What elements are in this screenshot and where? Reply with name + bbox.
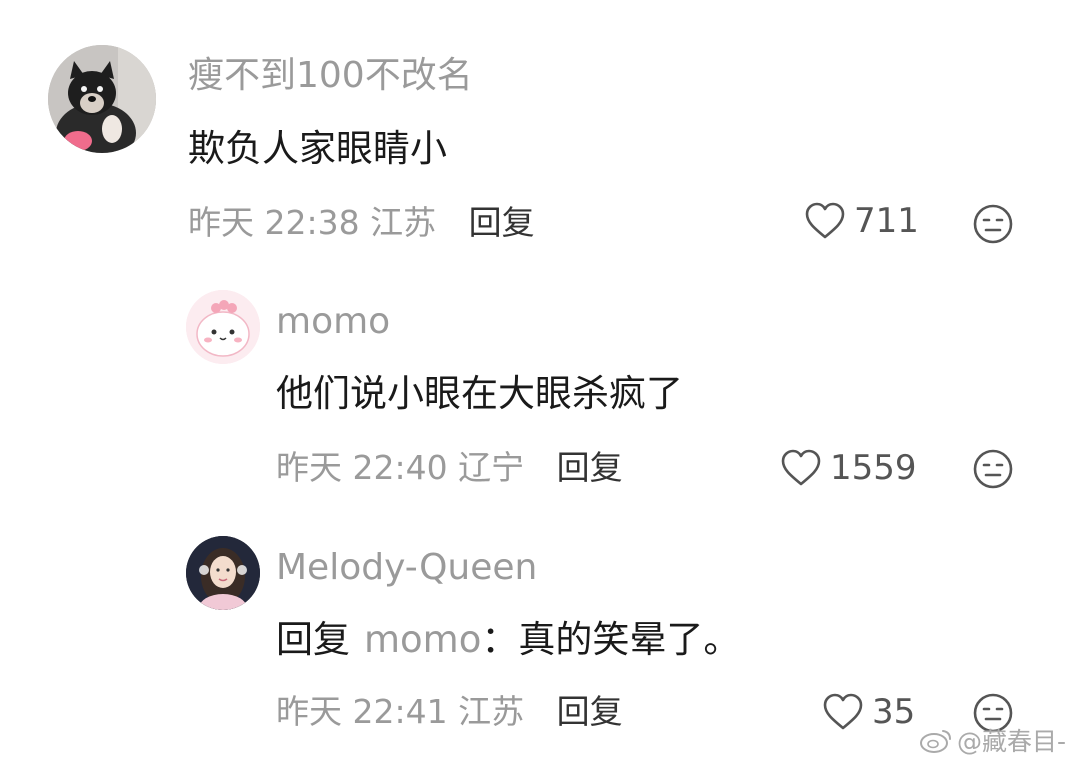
like-count: 711 bbox=[854, 201, 919, 241]
username[interactable]: Melody-Queen bbox=[276, 548, 537, 588]
reply-button[interactable]: 回复 bbox=[557, 692, 623, 731]
heart-icon bbox=[805, 202, 845, 239]
location: 江苏 bbox=[370, 203, 437, 242]
comment-text: 欺负人家眼睛小 bbox=[188, 127, 447, 170]
avatar[interactable] bbox=[186, 290, 260, 364]
timestamp: 昨天 22:40 bbox=[276, 448, 448, 487]
location: 辽宁 bbox=[458, 448, 525, 487]
comment-meta: 昨天 22:38 江苏 回复 bbox=[188, 203, 535, 243]
heart-icon bbox=[823, 693, 863, 730]
reply-button[interactable]: 回复 bbox=[557, 448, 623, 487]
comment-meta: 昨天 22:41 江苏 回复 bbox=[276, 692, 623, 732]
location: 江苏 bbox=[458, 692, 525, 731]
comment-body: ：真的笑晕了。 bbox=[481, 618, 741, 661]
timestamp: 昨天 22:38 bbox=[188, 203, 360, 242]
watermark: @藏春目- bbox=[919, 722, 1066, 758]
weibo-logo-icon bbox=[919, 730, 951, 753]
username[interactable]: momo bbox=[276, 302, 390, 342]
heart-icon bbox=[781, 449, 821, 486]
dislike-button[interactable] bbox=[972, 448, 1014, 494]
dog-avatar-image bbox=[48, 45, 156, 153]
like-button[interactable]: 35 bbox=[822, 692, 915, 732]
avatar[interactable] bbox=[186, 536, 260, 610]
username[interactable]: 瘦不到100不改名 bbox=[188, 56, 473, 96]
reply-button[interactable]: 回复 bbox=[469, 203, 535, 242]
dislike-button[interactable] bbox=[972, 203, 1014, 249]
timestamp: 昨天 22:41 bbox=[276, 692, 448, 731]
girl-avatar-image bbox=[186, 536, 260, 610]
neutral-face-icon bbox=[973, 449, 1013, 489]
reply-to-username[interactable]: momo bbox=[364, 618, 481, 661]
neutral-face-icon bbox=[973, 204, 1013, 244]
like-button[interactable]: 1559 bbox=[780, 448, 917, 488]
like-count: 35 bbox=[872, 692, 916, 732]
pink-dino-avatar-image bbox=[186, 290, 260, 364]
avatar[interactable] bbox=[48, 45, 156, 153]
comment-meta: 昨天 22:40 辽宁 回复 bbox=[276, 448, 623, 488]
comment-text: 他们说小眼在大眼杀疯了 bbox=[276, 372, 683, 415]
watermark-text: @藏春目- bbox=[956, 727, 1066, 756]
comment-item: 瘦不到100不改名 欺负人家眼睛小 昨天 22:38 江苏 回复 711 bbox=[0, 0, 1080, 260]
comment-text: 回复 momo：真的笑晕了。 bbox=[276, 618, 740, 662]
reply-prefix: 回复 bbox=[276, 618, 350, 661]
comment-item: momo 他们说小眼在大眼杀疯了 昨天 22:40 辽宁 回复 1559 bbox=[0, 260, 1080, 520]
like-count: 1559 bbox=[830, 448, 917, 488]
like-button[interactable]: 711 bbox=[804, 201, 919, 241]
